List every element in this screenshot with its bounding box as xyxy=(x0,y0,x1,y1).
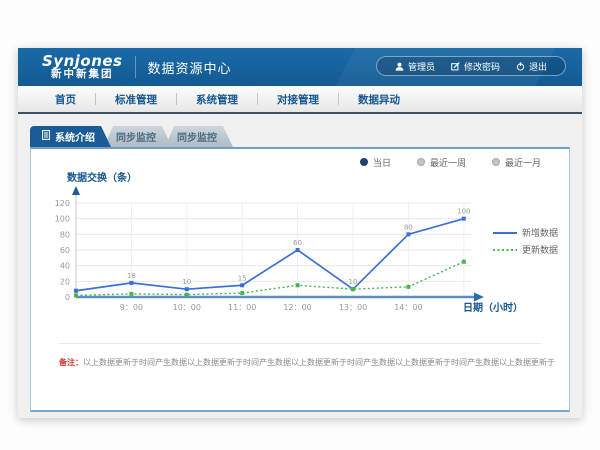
footnote-label: 备注： xyxy=(59,358,83,367)
app-window: Synjones 新中新集团 数据资源中心 管理员 修改密码 xyxy=(18,48,582,418)
content-area: 系统介绍 同步监控 同步监控 当日 最近一周 xyxy=(18,114,582,412)
power-icon xyxy=(516,62,525,71)
tab-bar: 系统介绍 同步监控 同步监控 xyxy=(30,126,582,147)
svg-text:新增数据: 新增数据 xyxy=(522,227,558,239)
tab-label: 系统介绍 xyxy=(55,129,95,144)
svg-text:18: 18 xyxy=(127,272,136,280)
user-name: 管理员 xyxy=(408,60,435,73)
nav-item-standards[interactable]: 标准管理 xyxy=(96,92,176,107)
svg-text:60: 60 xyxy=(293,239,302,247)
period-option-today[interactable]: 当日 xyxy=(360,156,391,168)
svg-text:15: 15 xyxy=(238,274,247,282)
nav-item-data-change[interactable]: 数据异动 xyxy=(339,92,419,107)
svg-text:14：00: 14：00 xyxy=(394,303,422,312)
tab-system-intro[interactable]: 系统介绍 xyxy=(30,126,111,147)
period-label: 最近一周 xyxy=(430,156,466,169)
user-icon xyxy=(395,62,404,71)
radio-icon xyxy=(360,158,368,166)
period-selector: 当日 最近一周 最近一月 xyxy=(31,149,569,168)
svg-text:13：00: 13：00 xyxy=(339,303,367,312)
svg-text:100: 100 xyxy=(55,215,70,224)
svg-text:80: 80 xyxy=(404,223,413,231)
document-icon xyxy=(42,130,50,143)
change-password-button[interactable]: 修改密码 xyxy=(443,60,508,73)
svg-text:20: 20 xyxy=(60,277,70,286)
line-chart: 0 20 40 60 80 100 120 9：00 10：00 11：00 12：00 13：00 1… xyxy=(31,183,569,335)
period-label: 最近一月 xyxy=(505,156,541,169)
svg-text:10：00: 10：00 xyxy=(173,303,201,312)
brand-logo: Synjones 新中新集团 xyxy=(42,54,123,81)
svg-text:10: 10 xyxy=(182,278,191,286)
svg-text:9：00: 9：00 xyxy=(120,303,143,312)
svg-text:0: 0 xyxy=(65,293,70,302)
footnote-text: 以上数据更新于时间产生数据以上数据更新于时间产生数据以上数据更新于时间产生数据以… xyxy=(83,358,555,367)
svg-text:100: 100 xyxy=(457,208,470,216)
radio-icon xyxy=(417,158,425,166)
brand-logo-en: Synjones xyxy=(42,54,123,70)
user-toolbar: 管理员 修改密码 退出 xyxy=(376,56,566,76)
svg-text:80: 80 xyxy=(60,230,70,239)
period-option-last-week[interactable]: 最近一周 xyxy=(417,156,466,168)
svg-text:40: 40 xyxy=(60,262,70,271)
svg-text:12：00: 12：00 xyxy=(283,303,311,312)
svg-text:120: 120 xyxy=(55,199,70,208)
logout-button[interactable]: 退出 xyxy=(508,60,555,73)
tab-label: 同步监控 xyxy=(177,129,217,144)
svg-text:10: 10 xyxy=(349,278,358,286)
logout-label: 退出 xyxy=(529,60,547,73)
svg-text:日期（小时）: 日期（小时） xyxy=(463,301,523,314)
brand-logo-cn: 新中新集团 xyxy=(42,69,123,80)
tab-sync-monitor-1[interactable]: 同步监控 xyxy=(104,126,172,147)
user-menu[interactable]: 管理员 xyxy=(387,60,443,73)
footnote: 备注：以上数据更新于时间产生数据以上数据更新于时间产生数据以上数据更新于时间产生… xyxy=(59,343,541,368)
period-label: 当日 xyxy=(373,156,391,169)
header-divider xyxy=(135,56,136,78)
edit-icon xyxy=(451,62,460,71)
tab-label: 同步监控 xyxy=(116,129,156,144)
y-axis-title: 数据交换（条） xyxy=(67,169,569,183)
svg-text:更新数据: 更新数据 xyxy=(522,244,558,256)
svg-text:60: 60 xyxy=(60,246,70,255)
svg-text:11：00: 11：00 xyxy=(228,303,256,312)
chart-panel: 当日 最近一周 最近一月 数据交换（条） 0 20 40 60 80 100 120 9：00… xyxy=(30,147,570,412)
page-title: 数据资源中心 xyxy=(148,58,232,77)
nav-item-integration[interactable]: 对接管理 xyxy=(258,92,338,107)
tab-sync-monitor-2[interactable]: 同步监控 xyxy=(165,126,233,147)
period-option-last-month[interactable]: 最近一月 xyxy=(492,156,541,168)
change-password-label: 修改密码 xyxy=(464,60,500,73)
app-header: Synjones 新中新集团 数据资源中心 管理员 修改密码 xyxy=(18,48,582,86)
radio-icon xyxy=(492,158,500,166)
main-nav: 首页 标准管理 系统管理 对接管理 数据异动 xyxy=(18,86,582,114)
nav-item-system[interactable]: 系统管理 xyxy=(177,92,257,107)
nav-item-home[interactable]: 首页 xyxy=(36,92,95,107)
